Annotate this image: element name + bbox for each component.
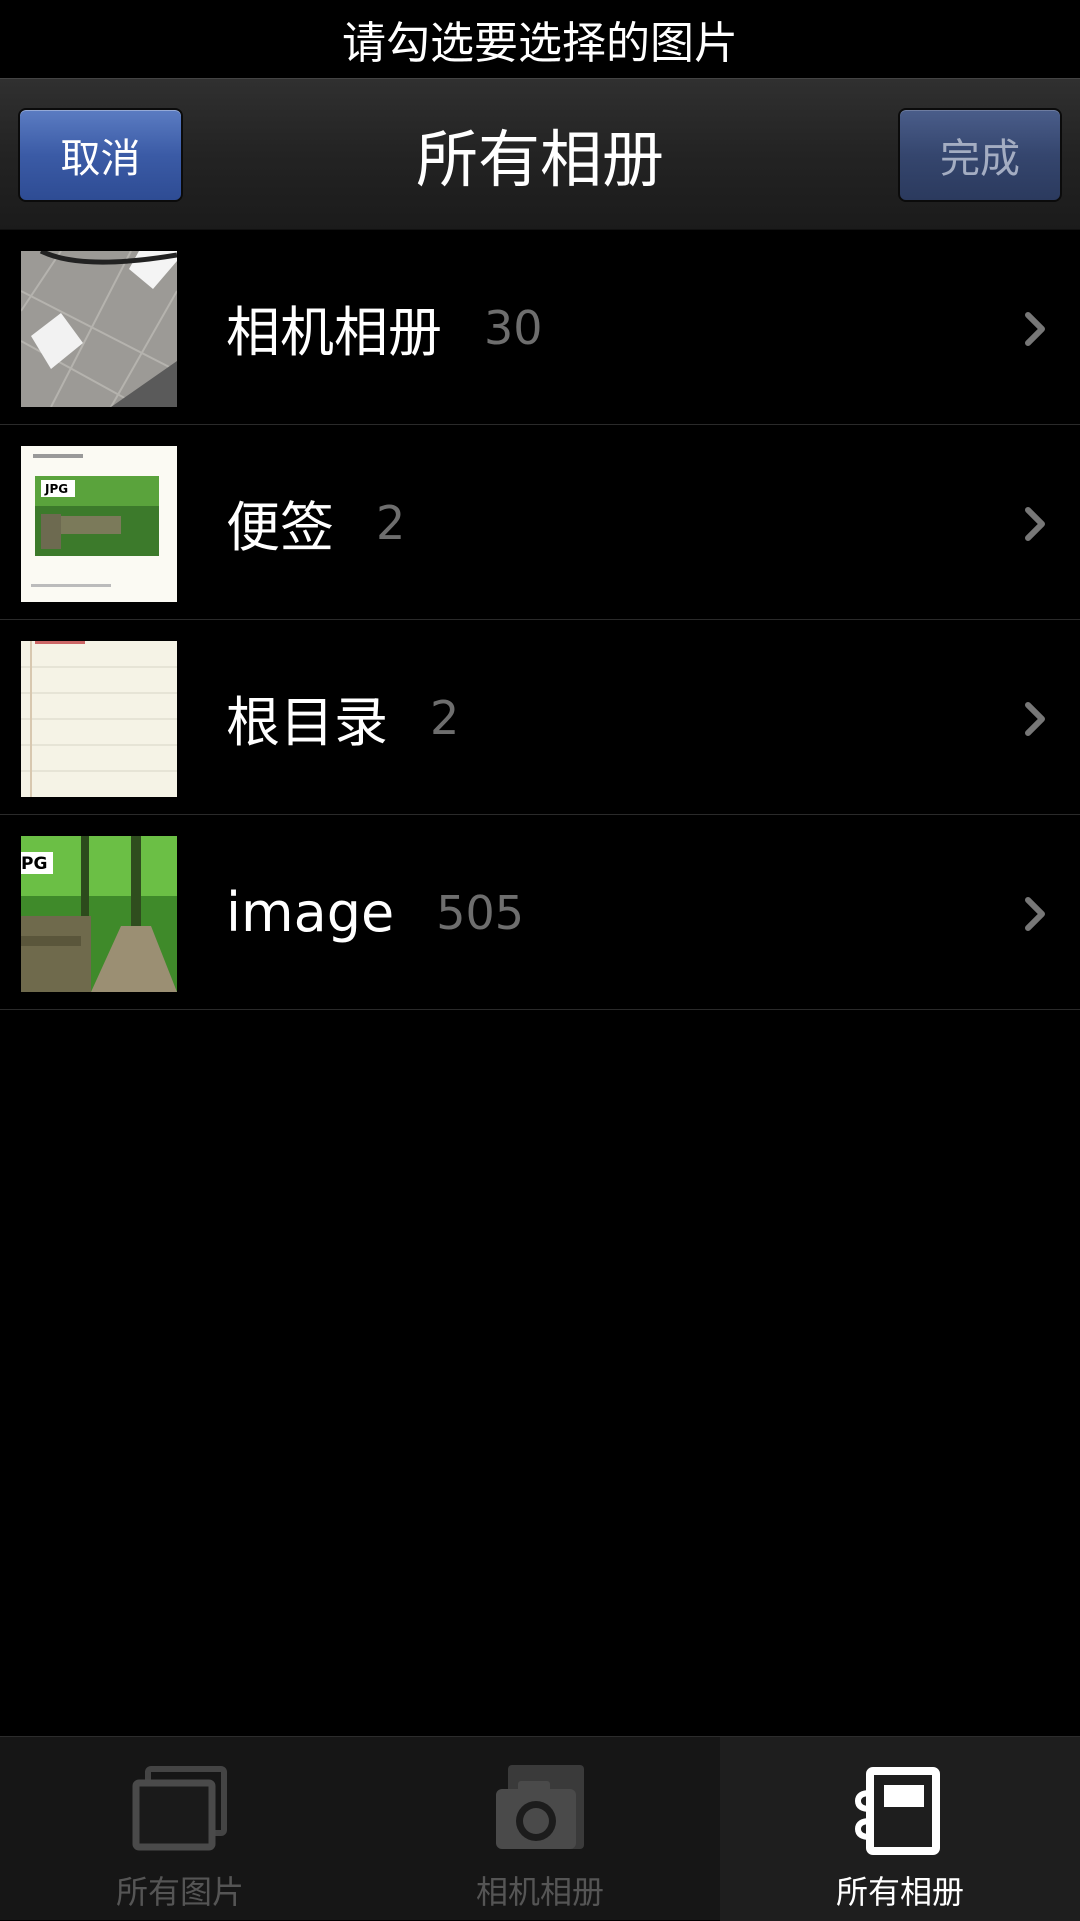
tab-camera-roll[interactable]: 相机相册 xyxy=(360,1737,720,1921)
svg-text:JPG: JPG xyxy=(44,482,68,496)
selection-prompt: 请勾选要选择的图片 xyxy=(0,0,1080,78)
album-book-icon xyxy=(854,1767,940,1855)
album-name: 便签 2 xyxy=(226,425,405,620)
album-row-notes[interactable]: JPG 便签 2 xyxy=(0,425,1080,620)
photos-stack-icon xyxy=(132,1766,227,1851)
album-thumbnail xyxy=(21,251,177,407)
tab-all-albums[interactable]: 所有相册 xyxy=(720,1737,1080,1921)
album-name: 相机相册 30 xyxy=(226,230,543,425)
chevron-right-icon xyxy=(1025,897,1045,931)
album-title: image xyxy=(226,881,395,944)
tab-bar: 所有图片 相机相册 所有相册 xyxy=(0,1736,1080,1921)
tab-all-photos[interactable]: 所有图片 xyxy=(0,1737,360,1921)
album-title: 相机相册 xyxy=(226,301,442,364)
album-thumbnail: JPG xyxy=(21,446,177,602)
album-row-image[interactable]: PG image 505 xyxy=(0,815,1080,1010)
album-count: 2 xyxy=(376,495,406,550)
chevron-right-icon xyxy=(1025,702,1045,736)
album-name: image 505 xyxy=(226,815,524,1010)
camera-icon xyxy=(496,1765,584,1849)
chevron-right-icon xyxy=(1025,312,1045,346)
tab-label: 所有相册 xyxy=(835,1873,964,1911)
album-thumbnail xyxy=(21,641,177,797)
tab-label: 相机相册 xyxy=(475,1873,604,1911)
album-title: 便签 xyxy=(226,496,334,559)
album-list: 相机相册 30 JPG 便签 2 根目录 2 PG image 505 xyxy=(0,230,1080,1010)
album-count: 30 xyxy=(484,300,543,355)
svg-text:PG: PG xyxy=(21,854,47,874)
album-count: 2 xyxy=(430,690,460,745)
album-name: 根目录 2 xyxy=(226,620,459,815)
chevron-right-icon xyxy=(1025,507,1045,541)
done-button[interactable]: 完成 xyxy=(898,108,1062,202)
album-row-root-directory[interactable]: 根目录 2 xyxy=(0,620,1080,815)
album-row-camera-roll[interactable]: 相机相册 30 xyxy=(0,230,1080,425)
tab-label: 所有图片 xyxy=(115,1873,244,1911)
navigation-bar: 所有相册 取消 完成 xyxy=(0,78,1080,230)
album-title: 根目录 xyxy=(226,691,388,754)
cancel-button[interactable]: 取消 xyxy=(18,108,183,202)
album-count: 505 xyxy=(436,885,525,940)
album-thumbnail: PG xyxy=(21,836,177,992)
